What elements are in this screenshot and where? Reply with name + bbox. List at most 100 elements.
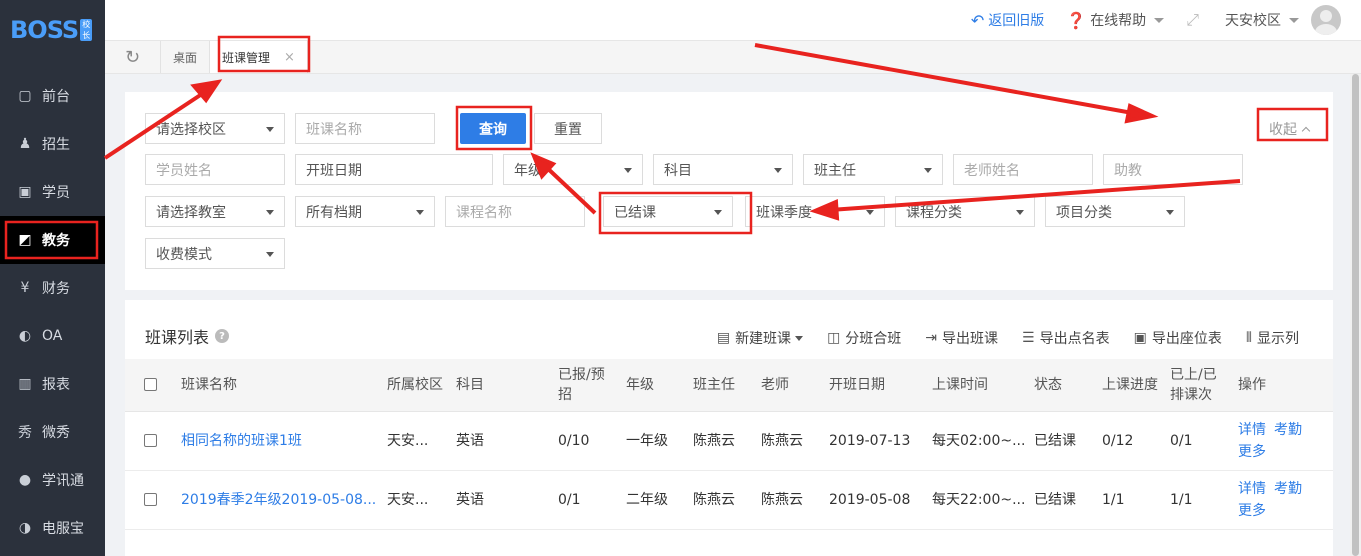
tab-class-management[interactable]: 班课管理 × <box>210 41 308 73</box>
campus-label: 天安校区 <box>1225 13 1281 29</box>
new-class-button[interactable]: ▤ 新建班课 <box>717 328 804 348</box>
more-link[interactable]: 更多 <box>1238 444 1266 460</box>
logo-text: BOSS <box>10 16 79 44</box>
col-open-date[interactable]: 开班日期 <box>829 359 932 412</box>
tab-desktop[interactable]: 桌面 <box>161 41 211 73</box>
col-progress[interactable]: 上课进度 <box>1102 359 1170 412</box>
col-name[interactable]: 班课名称 <box>181 359 387 412</box>
sidebar-item-academic[interactable]: ◩ 教务 <box>0 216 105 264</box>
query-button[interactable]: 查询 <box>460 113 526 144</box>
cell-scheduled: 1/1 <box>1170 470 1238 530</box>
sidebar-item-finance[interactable]: ¥ 财务 <box>0 264 105 312</box>
course-name-input[interactable]: 课程名称 <box>445 196 585 227</box>
avatar[interactable] <box>1311 5 1341 35</box>
scrollbar-thumb[interactable] <box>1352 74 1359 556</box>
columns-button[interactable]: ⦀ 显示列 <box>1246 328 1299 348</box>
sidebar-item-xuexuntong[interactable]: ● 学讯通 <box>0 456 105 504</box>
sidebar-item-label: OA <box>42 328 63 344</box>
export-class-label: 导出班课 <box>942 331 999 347</box>
sidebar-item-front-desk[interactable]: ▢ 前台 <box>0 72 105 120</box>
attendance-link[interactable]: 考勤 <box>1274 422 1302 438</box>
help-icon[interactable]: ? <box>215 329 230 343</box>
col-enrolled[interactable]: 已报/预招 <box>558 359 626 412</box>
season-select[interactable]: 班课季度 <box>745 196 885 227</box>
class-name-link[interactable]: 相同名称的班课1班 <box>181 433 302 449</box>
assistant-input[interactable]: 助教 <box>1103 154 1243 185</box>
chevron-down-icon <box>1016 210 1024 215</box>
filter-panel: 请选择校区 班课名称 查询 重置 收起 学员姓名 开班日期 年级 科目 班主任 … <box>125 92 1333 290</box>
export-seat-button[interactable]: ▣ 导出座位表 <box>1134 328 1222 348</box>
collapse-toggle[interactable]: 收起 <box>1269 119 1311 139</box>
fullscreen-button[interactable]: ⤢ <box>1186 10 1203 30</box>
classroom-select[interactable]: 请选择教室 <box>145 196 285 227</box>
chevron-down-icon <box>866 210 874 215</box>
col-grade[interactable]: 年级 <box>626 359 693 412</box>
col-teacher[interactable]: 老师 <box>761 359 829 412</box>
table-row: 相同名称的班课1班 天安... 英语 0/10 一年级 陈燕云 陈燕云 2019… <box>125 411 1333 471</box>
student-name-input[interactable]: 学员姓名 <box>145 154 285 185</box>
course-name-placeholder: 课程名称 <box>456 204 512 221</box>
location-icon: ● <box>18 472 32 488</box>
chevron-down-icon <box>774 168 782 173</box>
cell-head-teacher: 陈燕云 <box>693 470 761 530</box>
sidebar: BOSS 校长 ▢ 前台 ♟ 招生 ▣ 学员 ◩ 教务 ¥ 财务 ◐ OA ▥ … <box>0 0 105 556</box>
project-category-select[interactable]: 项目分类 <box>1045 196 1185 227</box>
chevron-down-icon <box>266 127 274 132</box>
cell-progress: 0/12 <box>1102 411 1170 471</box>
col-scheduled[interactable]: 已上/已排课次 <box>1170 359 1238 412</box>
logo[interactable]: BOSS 校长 <box>0 0 105 60</box>
chevron-down-icon <box>266 210 274 215</box>
row-checkbox[interactable] <box>144 434 157 447</box>
col-subject[interactable]: 科目 <box>456 359 558 412</box>
col-head-teacher[interactable]: 班主任 <box>693 359 761 412</box>
col-enrolled-label: 已报/预招 <box>558 366 605 403</box>
refresh-icon[interactable]: ↻ <box>105 41 161 73</box>
class-list-panel: 班课列表 ? ▤ 新建班课 ◫ 分班合班 ⇥ 导出班课 ☰ 导出点名表 ▣ 导出… <box>125 300 1333 556</box>
split-merge-button[interactable]: ◫ 分班合班 <box>827 328 901 348</box>
sidebar-item-enrollment[interactable]: ♟ 招生 <box>0 120 105 168</box>
period-select-value: 所有档期 <box>306 204 362 221</box>
sidebar-item-reports[interactable]: ▥ 报表 <box>0 360 105 408</box>
open-date-picker[interactable]: 开班日期 <box>295 154 493 185</box>
student-name-placeholder: 学员姓名 <box>156 162 212 179</box>
campus-select-value: 请选择校区 <box>156 121 226 138</box>
sidebar-item-oa[interactable]: ◐ OA <box>0 312 105 360</box>
teacher-name-input[interactable]: 老师姓名 <box>953 154 1093 185</box>
row-checkbox[interactable] <box>144 493 157 506</box>
sidebar-item-label: 电服宝 <box>42 521 84 537</box>
sidebar-item-dianfubao[interactable]: ◑ 电服宝 <box>0 504 105 552</box>
back-to-old-version-link[interactable]: ↶ 返回旧版 <box>971 10 1044 30</box>
more-link[interactable]: 更多 <box>1238 503 1266 519</box>
campus-switcher[interactable]: 天安校区 <box>1225 10 1299 30</box>
class-table: 班课名称 所属校区 科目 已报/预招 年级 班主任 老师 开班日期 上课时间 状… <box>125 359 1333 530</box>
grade-select[interactable]: 年级 <box>503 154 643 185</box>
head-teacher-select[interactable]: 班主任 <box>803 154 943 185</box>
campus-select[interactable]: 请选择校区 <box>145 113 285 144</box>
page-scrollbar[interactable] <box>1350 74 1361 556</box>
class-name-input[interactable]: 班课名称 <box>295 113 435 144</box>
subject-select[interactable]: 科目 <box>653 154 793 185</box>
reset-button[interactable]: 重置 <box>534 113 602 144</box>
top-header: ↶ 返回旧版 ❓ 在线帮助 ⤢ 天安校区 <box>105 0 1361 40</box>
attendance-link[interactable]: 考勤 <box>1274 481 1302 497</box>
detail-link[interactable]: 详情 <box>1238 481 1266 497</box>
period-select[interactable]: 所有档期 <box>295 196 435 227</box>
yen-icon: ¥ <box>20 280 30 296</box>
sidebar-item-students[interactable]: ▣ 学员 <box>0 168 105 216</box>
class-name-placeholder: 班课名称 <box>306 121 362 138</box>
detail-link[interactable]: 详情 <box>1238 422 1266 438</box>
export-class-button[interactable]: ⇥ 导出班课 <box>925 328 998 348</box>
status-select[interactable]: 已结课 <box>603 196 733 227</box>
chevron-down-icon <box>266 252 274 257</box>
export-roll-button[interactable]: ☰ 导出点名表 <box>1022 328 1110 348</box>
charge-mode-select[interactable]: 收费模式 <box>145 238 285 269</box>
col-time[interactable]: 上课时间 <box>932 359 1034 412</box>
col-status[interactable]: 状态 <box>1034 359 1102 412</box>
col-campus[interactable]: 所属校区 <box>387 359 456 412</box>
class-name-link[interactable]: 2019春季2年级2019-05-08... <box>181 492 376 508</box>
close-icon[interactable]: × <box>284 50 295 65</box>
sidebar-item-weixiu[interactable]: 秀 微秀 <box>0 408 105 456</box>
online-help-menu[interactable]: ❓ 在线帮助 <box>1066 10 1165 30</box>
course-category-select[interactable]: 课程分类 <box>895 196 1035 227</box>
select-all-checkbox[interactable] <box>144 378 157 392</box>
